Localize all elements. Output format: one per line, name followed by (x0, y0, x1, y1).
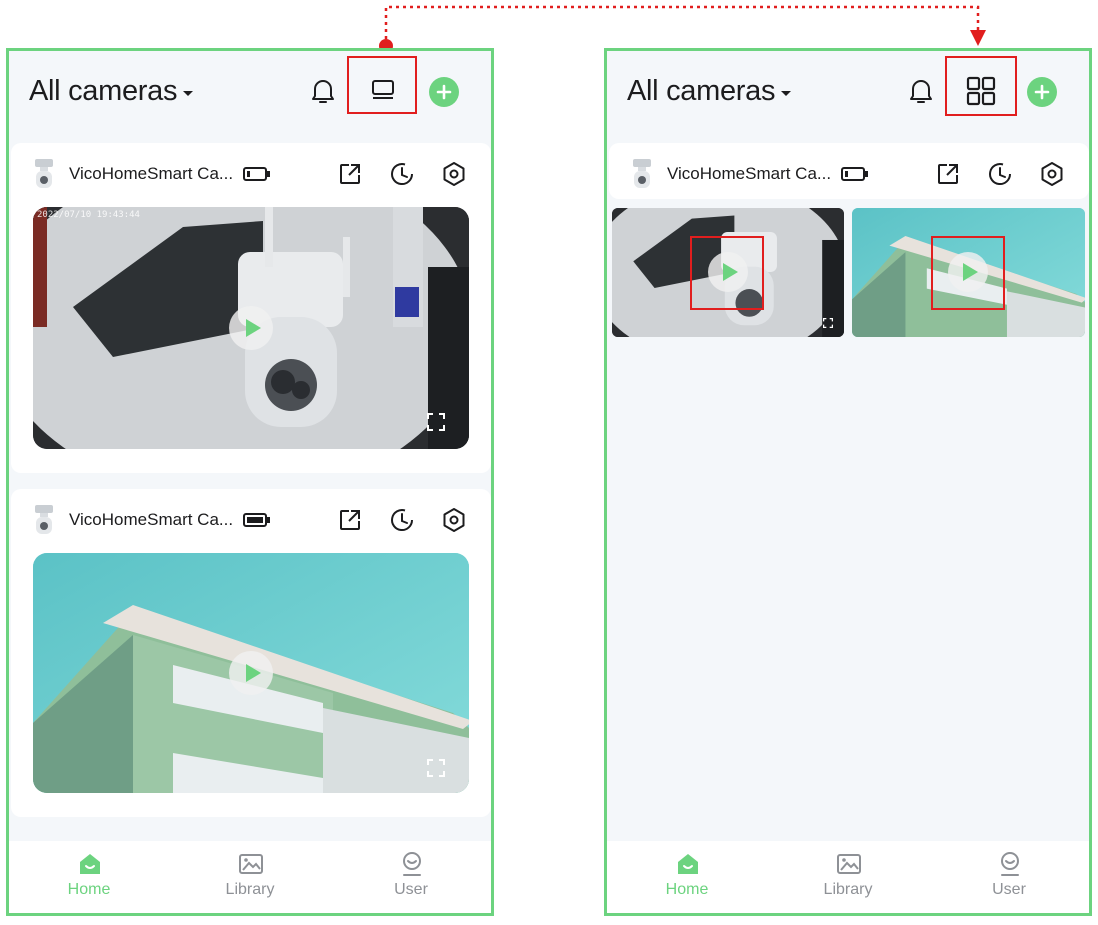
tab-library[interactable]: Library (788, 841, 908, 913)
bottom-tab-bar: Home Library User (9, 841, 491, 913)
bell-icon (312, 80, 334, 103)
play-icon (245, 319, 261, 337)
settings-hexagon-icon (443, 162, 465, 186)
camera-live-preview[interactable] (33, 553, 469, 793)
image-icon (239, 854, 263, 874)
tab-label: User (394, 881, 428, 898)
camera-header-row: VicoHomeSmart Ca... (609, 143, 1089, 203)
bell-icon (910, 80, 932, 103)
camera-card: VicoHomeSmart Ca... (11, 143, 491, 473)
highlight-box (931, 236, 1005, 310)
fullscreen-icon[interactable] (427, 759, 445, 777)
clock-icon (989, 163, 1012, 186)
camera-settings-button[interactable] (1039, 161, 1065, 187)
tab-label: Home (665, 881, 709, 898)
tab-label: Home (67, 881, 111, 898)
battery-low-icon (243, 167, 270, 181)
tab-library[interactable]: Library (190, 841, 310, 913)
camera-card: VicoHomeSmart Ca... (11, 489, 491, 817)
camera-live-preview[interactable]: 2022/07/10 19:43:44 (33, 207, 469, 449)
video-timestamp: 2022/07/10 19:43:44 (37, 210, 140, 220)
share-button[interactable] (337, 507, 363, 533)
tab-label: User (992, 881, 1026, 898)
header: All cameras (607, 51, 1089, 139)
add-camera-button[interactable] (429, 77, 459, 107)
notification-bell-button[interactable] (307, 75, 339, 107)
user-icon (1001, 852, 1019, 876)
header: All cameras (9, 51, 491, 139)
bottom-tab-bar: Home Library User (607, 841, 1089, 913)
tab-home[interactable]: Home (29, 841, 149, 913)
camera-name: VicoHomeSmart Ca... (69, 164, 234, 183)
camera-header-card: VicoHomeSmart Ca... (609, 143, 1089, 199)
tab-user[interactable]: User (949, 841, 1069, 913)
history-button[interactable] (389, 161, 415, 187)
share-icon (340, 510, 360, 530)
plus-icon (1034, 84, 1050, 100)
battery-low-icon (841, 167, 868, 181)
history-button[interactable] (389, 507, 415, 533)
tab-label: Library (225, 881, 275, 898)
page-title: All cameras (29, 75, 178, 107)
home-icon (678, 854, 698, 874)
tab-home[interactable]: Home (627, 841, 747, 913)
fullscreen-icon[interactable] (823, 318, 833, 328)
share-button[interactable] (337, 161, 363, 187)
camera-filter-dropdown[interactable]: All cameras (29, 75, 194, 108)
highlight-box (945, 56, 1017, 116)
notification-bell-button[interactable] (905, 75, 937, 107)
play-button[interactable] (229, 306, 273, 350)
clock-icon (391, 509, 414, 532)
share-icon (938, 164, 958, 184)
caret-down-icon (781, 90, 792, 96)
phone-grid-view: All cameras VicoHomeSmart Ca... Home Lib… (604, 48, 1092, 916)
history-button[interactable] (987, 161, 1013, 187)
phone-list-view: All cameras VicoHomeSmart Ca... 2022/07/… (6, 48, 494, 916)
home-icon (80, 854, 100, 874)
add-camera-button[interactable] (1027, 77, 1057, 107)
tab-user[interactable]: User (351, 841, 471, 913)
caret-down-icon (183, 90, 194, 96)
fullscreen-icon[interactable] (427, 413, 445, 431)
camera-thumbnail-icon (35, 505, 53, 534)
camera-name: VicoHomeSmart Ca... (667, 164, 832, 183)
tab-label: Library (823, 881, 873, 898)
camera-settings-button[interactable] (441, 507, 467, 533)
highlight-box (690, 236, 764, 310)
share-icon (340, 164, 360, 184)
camera-name: VicoHomeSmart Ca... (69, 510, 234, 529)
camera-thumbnail-icon (633, 159, 651, 188)
camera-settings-button[interactable] (441, 161, 467, 187)
play-button[interactable] (229, 651, 273, 695)
image-icon (837, 854, 861, 874)
play-icon (245, 664, 261, 682)
camera-header-row: VicoHomeSmart Ca... (11, 143, 491, 203)
settings-hexagon-icon (1041, 162, 1063, 186)
camera-filter-dropdown[interactable]: All cameras (627, 75, 792, 108)
camera-header-row: VicoHomeSmart Ca... (11, 489, 491, 549)
camera-thumbnail-icon (35, 159, 53, 188)
share-button[interactable] (935, 161, 961, 187)
battery-full-icon (243, 513, 270, 527)
highlight-box (347, 56, 417, 114)
page-title: All cameras (627, 75, 776, 107)
plus-icon (436, 84, 452, 100)
user-icon (403, 852, 421, 876)
clock-icon (391, 163, 414, 186)
settings-hexagon-icon (443, 508, 465, 532)
